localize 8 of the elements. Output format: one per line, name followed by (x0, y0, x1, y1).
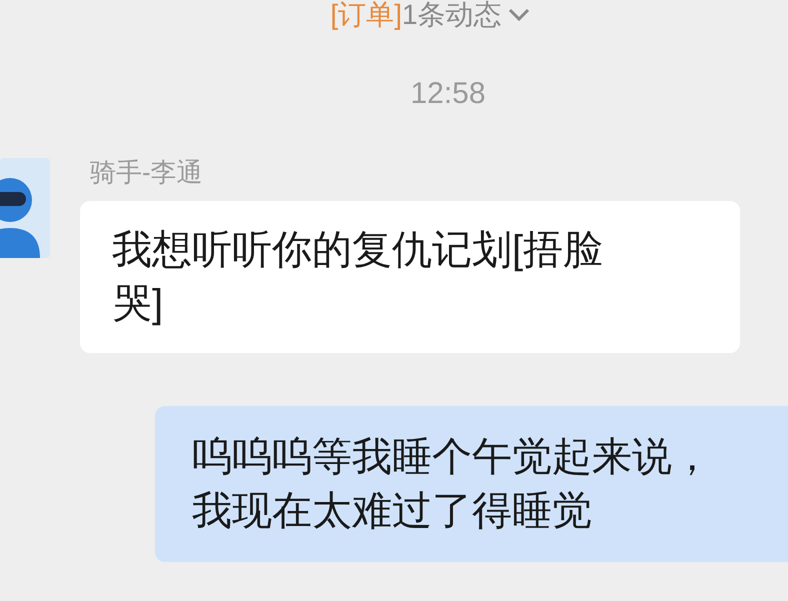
order-tag[interactable]: [订单] (330, 0, 402, 30)
message-bubble: 我想听听你的复仇记划[捂脸哭] (80, 201, 740, 353)
message-bubble: 呜呜呜等我睡个午觉起来说，我现在太难过了得睡觉 (155, 406, 788, 562)
avatar-icon (0, 158, 50, 258)
notice-text[interactable]: 1条动态 (402, 0, 502, 30)
sender-name: 骑手-李通 (90, 156, 204, 189)
timestamp: 12:58 (410, 77, 486, 111)
chevron-down-icon[interactable] (508, 8, 530, 22)
